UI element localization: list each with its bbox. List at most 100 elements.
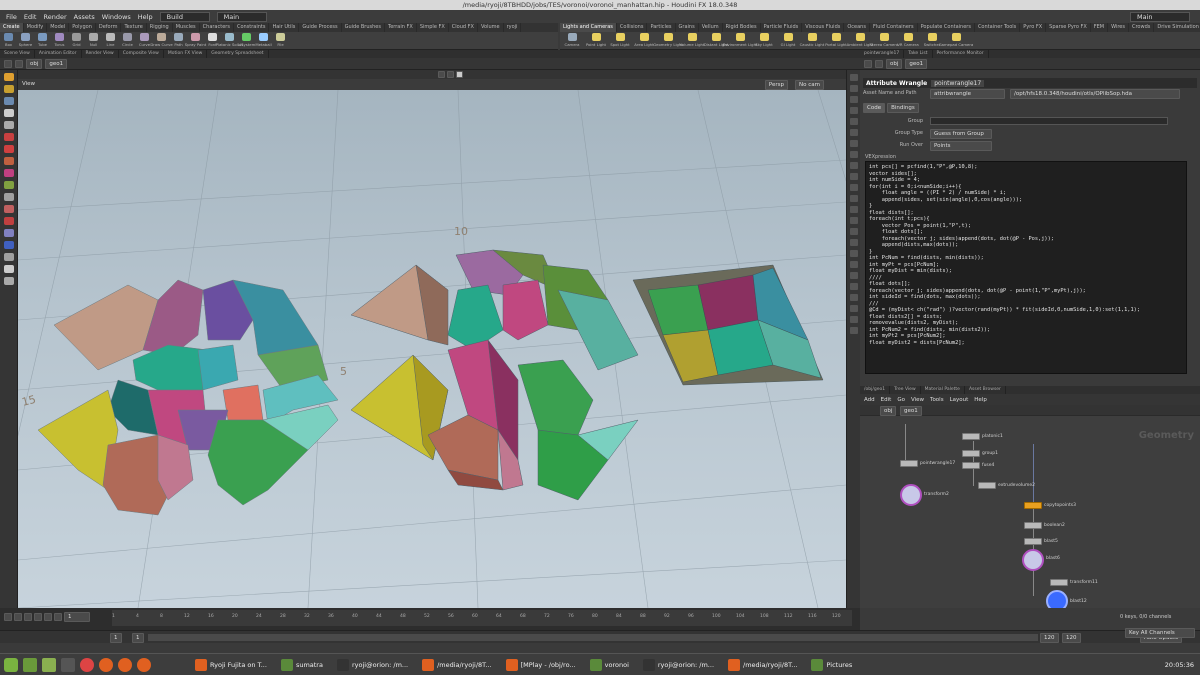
jump-start-icon[interactable] xyxy=(4,613,12,621)
forward-arrow-icon[interactable] xyxy=(875,59,883,68)
network-view[interactable]: Add Edit Go View Tools Layout Help obj geo1 Ge… xyxy=(860,394,1200,608)
taskbar-item[interactable]: voronoi xyxy=(586,656,633,674)
left-tool-icon[interactable] xyxy=(3,109,14,117)
right-tool-icon[interactable] xyxy=(849,74,858,81)
shelf-tab[interactable]: FEM xyxy=(1091,23,1109,32)
pane-tab[interactable]: Asset Browser xyxy=(965,386,1006,394)
shelf-tab[interactable]: Simple FX xyxy=(417,23,449,32)
taskbar-item[interactable]: Ryoji Fujita on T... xyxy=(191,656,271,674)
right-tool-icon[interactable] xyxy=(849,85,858,92)
shelf-tab[interactable]: Create xyxy=(0,23,24,32)
node-copytopoints3[interactable] xyxy=(1024,502,1042,509)
shelf-tab[interactable]: Wires xyxy=(1108,23,1129,32)
shelf-tab[interactable]: Lights and Cameras xyxy=(560,23,617,32)
right-tool-icon[interactable] xyxy=(849,250,858,257)
menu-help[interactable]: Help xyxy=(138,13,153,21)
right-tool-icon[interactable] xyxy=(849,151,858,158)
left-tool-icon[interactable] xyxy=(3,265,14,273)
taskbar-item[interactable]: sumatra xyxy=(277,656,327,674)
step-back-icon[interactable] xyxy=(14,613,22,621)
shelf-tab[interactable]: Viscous Fluids xyxy=(802,23,845,32)
pane-tab[interactable]: Performance Monitor xyxy=(933,50,989,58)
pane-tab[interactable]: Geometry Spreadsheet xyxy=(207,50,269,58)
pane-tab[interactable]: /obj/geo1 xyxy=(860,386,891,394)
left-tool-icon[interactable] xyxy=(3,145,14,153)
houdini-icon[interactable] xyxy=(118,657,132,672)
taskbar-item[interactable]: /media/ryoji/8T... xyxy=(724,656,801,674)
shelf-tool-sky-light[interactable]: Sky Light xyxy=(752,32,776,50)
right-tool-icon[interactable] xyxy=(849,283,858,290)
asset-name-menu[interactable]: attribwrangle xyxy=(930,89,1005,99)
menu-assets[interactable]: Assets xyxy=(74,13,95,21)
shelf-tab[interactable]: Cloud FX xyxy=(449,23,478,32)
back-arrow-icon[interactable] xyxy=(864,59,872,68)
tab-bindings[interactable]: Bindings xyxy=(887,103,919,113)
step-forward-icon[interactable] xyxy=(44,613,52,621)
shelf-tab[interactable]: Polygon xyxy=(69,23,96,32)
left-tool-icon[interactable] xyxy=(3,181,14,189)
run-over-menu[interactable]: Points xyxy=(930,141,992,151)
shelf-tab[interactable]: Hair Utils xyxy=(269,23,300,32)
param-path-geo[interactable]: geo1 xyxy=(905,58,928,69)
network-menu-item[interactable]: View xyxy=(911,397,924,403)
right-tool-icon[interactable] xyxy=(849,239,858,246)
shelf-tab[interactable]: Terrain FX xyxy=(385,23,417,32)
node-name-field[interactable]: pointwrangle17 xyxy=(931,79,985,87)
right-tool-icon[interactable] xyxy=(849,261,858,268)
shelf-tool-area-light[interactable]: Area Light xyxy=(632,32,656,50)
left-tool-icon[interactable] xyxy=(3,133,14,141)
shelf-tab[interactable]: Particles xyxy=(647,23,676,32)
network-menu-item[interactable]: Tools xyxy=(930,397,944,403)
right-tool-icon[interactable] xyxy=(849,184,858,191)
network-menu-item[interactable]: Go xyxy=(897,397,905,403)
shelf-tool-gi-light[interactable]: GI Light xyxy=(776,32,800,50)
left-tool-icon[interactable] xyxy=(3,277,14,285)
viewport-tool-icon[interactable] xyxy=(438,71,445,78)
persp-menu[interactable]: Persp xyxy=(764,80,788,90)
shelf-tab[interactable]: Texture xyxy=(121,23,147,32)
session-selector[interactable]: Main xyxy=(216,11,267,22)
pane-tab[interactable]: Render View xyxy=(82,50,119,58)
shelf-tool-font[interactable]: Font xyxy=(204,32,221,50)
node-blast5[interactable] xyxy=(1024,538,1042,545)
stop-icon[interactable] xyxy=(24,613,32,621)
menu-edit[interactable]: Edit xyxy=(24,13,37,21)
range-start-field[interactable]: 1 xyxy=(110,633,122,643)
left-tool-icon[interactable] xyxy=(3,85,14,93)
desktop-icon[interactable] xyxy=(23,657,37,672)
right-tool-icon[interactable] xyxy=(849,272,858,279)
taskbar-item[interactable]: /media/ryoji/8T... xyxy=(418,656,495,674)
pane-tab[interactable]: Tree View xyxy=(890,386,921,394)
shelf-tab[interactable]: Guide Process xyxy=(299,23,342,32)
shelf-tool-l-system[interactable]: L-System xyxy=(238,32,255,50)
network-menu-item[interactable]: Help xyxy=(974,397,987,403)
shelf-tab[interactable]: Volume xyxy=(478,23,504,32)
shelf-tab[interactable]: Collisions xyxy=(617,23,648,32)
shelf-tab[interactable]: Container Tools xyxy=(975,23,1021,32)
shelf-tool-path[interactable]: Path xyxy=(170,32,187,50)
network-menu-item[interactable]: Add xyxy=(864,397,875,403)
left-tool-icon[interactable] xyxy=(3,253,14,261)
shelf-tool-switcher[interactable]: Switcher xyxy=(920,32,944,50)
terminal-icon[interactable] xyxy=(61,657,75,672)
viewport-tool-icon[interactable] xyxy=(447,71,454,78)
left-tool-icon[interactable] xyxy=(3,229,14,237)
right-tool-icon[interactable] xyxy=(849,228,858,235)
node-transform11[interactable] xyxy=(1050,579,1068,586)
pane-tab[interactable]: Scene View xyxy=(0,50,35,58)
network-menu-item[interactable]: Edit xyxy=(881,397,892,403)
node-boolean2[interactable] xyxy=(1024,522,1042,529)
play-icon[interactable] xyxy=(34,613,42,621)
shelf-tool-geometry-light[interactable]: Geometry Light xyxy=(653,32,683,50)
shelf-tab[interactable]: Populate Containers xyxy=(918,23,975,32)
shelf-tab[interactable]: Sparse Pyro FX xyxy=(1046,23,1091,32)
shelf-tool-sphere[interactable]: Sphere xyxy=(17,32,34,50)
node-extrudevolume2[interactable] xyxy=(978,482,996,489)
file-manager-icon[interactable] xyxy=(42,657,56,672)
range-start2-field[interactable]: 1 xyxy=(132,633,144,643)
shelf-tool-portal-light[interactable]: Portal Light xyxy=(824,32,848,50)
left-tool-icon[interactable] xyxy=(3,217,14,225)
shelf-tab[interactable]: Characters xyxy=(200,23,234,32)
shelf-tab[interactable]: Particle Fluids xyxy=(761,23,803,32)
menu-windows[interactable]: Windows xyxy=(102,13,131,21)
